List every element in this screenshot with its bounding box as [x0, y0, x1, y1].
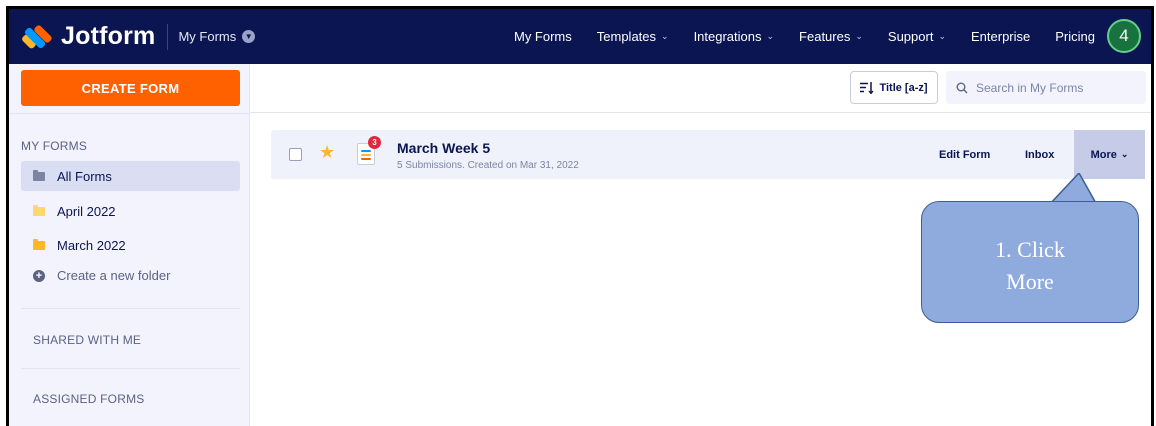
sidebar-item-label: All Forms: [57, 168, 112, 184]
divider: [21, 368, 240, 369]
nav-divider: [167, 23, 169, 50]
chevron-down-icon: ⌄: [1120, 149, 1129, 159]
nav-label: My Forms: [513, 29, 572, 44]
sort-button[interactable]: Title [a-z]: [850, 71, 938, 104]
nav-templates[interactable]: Templates ⌄: [597, 29, 669, 44]
nav-my-forms[interactable]: My Forms: [514, 29, 572, 44]
unread-badge: 3: [368, 136, 381, 149]
chevron-down-icon: ▼: [242, 30, 256, 43]
create-folder-label: Create a new folder: [57, 268, 171, 283]
my-forms-section-title: MY FORMS: [21, 139, 88, 153]
shared-with-me-link[interactable]: SHARED WITH ME: [33, 333, 141, 347]
jotform-logo-icon: [20, 22, 53, 52]
chevron-down-icon: ⌄: [855, 31, 863, 41]
screenshot-frame: Jotform My Forms ▼ My Forms Templates ⌄ …: [6, 6, 1154, 426]
search-input[interactable]: [976, 80, 1136, 95]
instruction-callout: 1. Click More: [921, 201, 1139, 323]
folder-icon: [33, 204, 45, 216]
nav-label: Enterprise: [971, 29, 1031, 44]
nav-features[interactable]: Features ⌄: [799, 29, 863, 44]
avatar[interactable]: 4: [1107, 19, 1141, 53]
sort-icon: [860, 81, 874, 94]
more-button[interactable]: More ⌄: [1074, 130, 1145, 179]
jotform-logo[interactable]: Jotform: [20, 22, 156, 52]
nav-enterprise[interactable]: Enterprise: [971, 29, 1030, 44]
nav-pricing[interactable]: Pricing: [1055, 29, 1095, 44]
chevron-down-icon: ⌄: [938, 31, 946, 41]
nav-label: Templates: [596, 29, 657, 44]
form-meta: 5 Submissions. Created on Mar 31, 2022: [397, 160, 579, 171]
folder-icon: [33, 238, 45, 250]
chevron-down-icon: ⌄: [661, 31, 669, 41]
nav-label: Features: [799, 29, 851, 44]
main-nav: My Forms Templates ⌄ Integrations ⌄ Feat…: [489, 9, 1095, 64]
more-label: More: [1090, 148, 1117, 161]
logo-text: Jotform: [61, 22, 156, 50]
nav-integrations[interactable]: Integrations ⌄: [694, 29, 774, 44]
nav-label: Integrations: [693, 29, 762, 44]
create-folder-link[interactable]: + Create a new folder: [33, 268, 170, 283]
forms-toolbar: Title [a-z]: [250, 64, 1151, 113]
form-list-item[interactable]: ★ 3 March Week 5 5 Submissions. Created …: [271, 130, 1145, 179]
select-checkbox[interactable]: [289, 148, 302, 161]
sidebar: CREATE FORM MY FORMS All Forms April 202…: [9, 64, 250, 426]
nav-support[interactable]: Support ⌄: [888, 29, 946, 44]
sidebar-item-april-2022[interactable]: April 2022: [21, 196, 240, 226]
sidebar-item-march-2022[interactable]: March 2022: [21, 230, 240, 260]
plus-circle-icon: +: [33, 269, 45, 282]
divider: [9, 113, 250, 114]
form-title[interactable]: March Week 5: [397, 140, 490, 156]
folder-icon: [33, 169, 45, 181]
context-switcher[interactable]: My Forms ▼: [178, 29, 256, 44]
sort-label: Title [a-z]: [879, 81, 928, 94]
nav-label: Pricing: [1055, 29, 1095, 44]
assigned-forms-link[interactable]: ASSIGNED FORMS: [33, 392, 144, 406]
chevron-down-icon: ⌄: [766, 31, 775, 41]
callout-line-1: 1. Click: [995, 237, 1065, 262]
create-form-button[interactable]: CREATE FORM: [21, 70, 240, 106]
sidebar-item-label: April 2022: [57, 203, 116, 219]
search-icon: [956, 82, 968, 93]
edit-form-button[interactable]: Edit Form: [939, 130, 990, 179]
star-icon[interactable]: ★: [319, 142, 335, 163]
divider: [21, 308, 240, 309]
callout-line-2: More: [1006, 269, 1054, 294]
inbox-button[interactable]: Inbox: [1025, 130, 1054, 179]
nav-label: Support: [887, 29, 934, 44]
sidebar-item-all-forms[interactable]: All Forms: [21, 161, 240, 191]
search-box: [946, 71, 1146, 104]
top-navigation-bar: Jotform My Forms ▼ My Forms Templates ⌄ …: [9, 9, 1151, 64]
context-label: My Forms: [178, 29, 237, 44]
sidebar-item-label: March 2022: [57, 237, 126, 253]
